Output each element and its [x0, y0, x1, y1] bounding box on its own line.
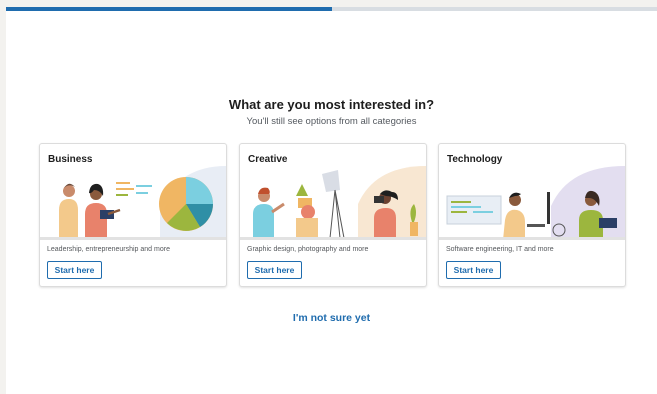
- start-here-button-business[interactable]: Start here: [47, 261, 102, 279]
- card-description: Software engineering, IT and more: [446, 246, 554, 253]
- not-sure-link[interactable]: I'm not sure yet: [293, 312, 370, 324]
- technology-illustration: [439, 166, 625, 240]
- category-card-technology[interactable]: Technology Software engineering, IT and: [438, 143, 626, 287]
- start-here-button-technology[interactable]: Start here: [446, 261, 501, 279]
- progress-bar-fill: [6, 7, 332, 11]
- category-card-creative[interactable]: Creative Graphic design, photography and…: [239, 143, 427, 287]
- business-illustration: [40, 166, 226, 240]
- page-subtitle: You'll still see options from all catego…: [246, 116, 417, 127]
- category-card-business[interactable]: Business Leadership, entrepreneurship an…: [39, 143, 227, 287]
- card-title: Business: [48, 154, 93, 165]
- start-here-button-creative[interactable]: Start here: [247, 261, 302, 279]
- progress-bar: [6, 7, 657, 11]
- card-title: Creative: [248, 154, 288, 165]
- card-description: Leadership, entrepreneurship and more: [47, 246, 170, 253]
- creative-illustration: [240, 166, 426, 240]
- onboarding-page: What are you most interested in? You'll …: [6, 7, 657, 394]
- card-description: Graphic design, photography and more: [247, 246, 369, 253]
- page-title: What are you most interested in?: [228, 97, 435, 112]
- card-title: Technology: [447, 154, 503, 165]
- not-sure-container: I'm not sure yet: [6, 308, 657, 326]
